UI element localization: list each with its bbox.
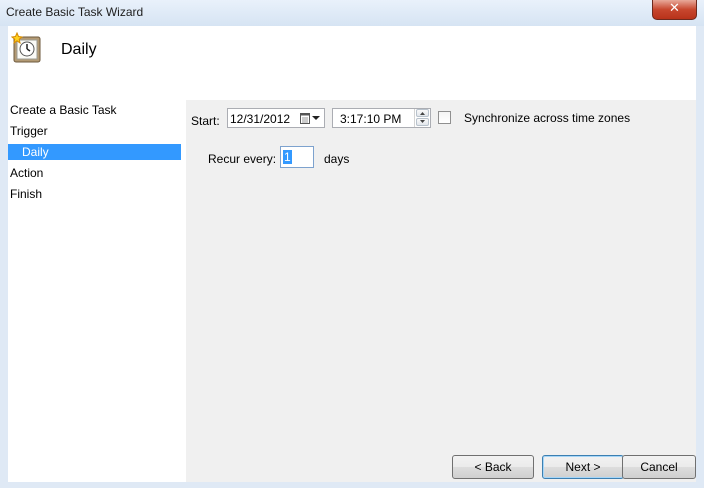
wizard-header: Daily <box>8 26 696 100</box>
close-button[interactable]: ✕ <box>652 0 697 20</box>
page-title: Daily <box>61 41 97 58</box>
nav-step-daily-label: Daily <box>22 145 49 159</box>
wizard-steps-nav: Create a Basic Task Trigger Daily Action… <box>8 100 186 482</box>
nav-step-create-basic-task[interactable]: Create a Basic Task <box>10 102 117 118</box>
nav-step-action[interactable]: Action <box>10 165 43 181</box>
time-increment-button[interactable] <box>416 109 429 117</box>
start-date-value: 12/31/2012 <box>230 112 291 126</box>
start-time-value: 3:17:10 PM <box>340 112 402 126</box>
nav-step-finish[interactable]: Finish <box>10 186 42 202</box>
nav-step-trigger[interactable]: Trigger <box>10 123 48 139</box>
sync-time-zones-label[interactable]: Synchronize across time zones <box>464 111 630 125</box>
time-decrement-button[interactable] <box>416 118 429 126</box>
sync-time-zones-checkbox[interactable] <box>438 111 451 124</box>
recur-every-input[interactable]: 1 <box>280 146 314 168</box>
nav-step-daily[interactable]: Daily <box>8 144 181 160</box>
start-time-picker[interactable]: 3:17:10 PM <box>332 108 431 128</box>
arrow-up-icon <box>420 112 425 115</box>
back-button[interactable]: < Back <box>452 455 534 479</box>
recur-every-label: Recur every: <box>208 152 277 166</box>
arrow-down-icon <box>420 120 425 123</box>
trigger-settings: Start: 12/31/2012 3:17:10 PM Synchronize… <box>186 100 696 482</box>
start-label: Start: <box>191 114 220 128</box>
start-date-picker[interactable]: 12/31/2012 <box>227 108 325 128</box>
next-button[interactable]: Next > <box>542 455 624 479</box>
window-title: Create Basic Task Wizard <box>6 5 144 19</box>
title-bar[interactable]: Create Basic Task Wizard ✕ <box>0 0 704 26</box>
calendar-dropdown-icon[interactable] <box>300 113 322 125</box>
cancel-button[interactable]: Cancel <box>622 455 696 479</box>
close-icon: ✕ <box>669 1 680 16</box>
time-spinner <box>414 109 430 127</box>
wizard-body: Daily Create a Basic Task Trigger Daily … <box>8 26 696 482</box>
task-scheduler-clock-icon <box>11 32 41 63</box>
recur-every-value: 1 <box>283 150 292 164</box>
recur-unit-label: days <box>324 152 350 166</box>
